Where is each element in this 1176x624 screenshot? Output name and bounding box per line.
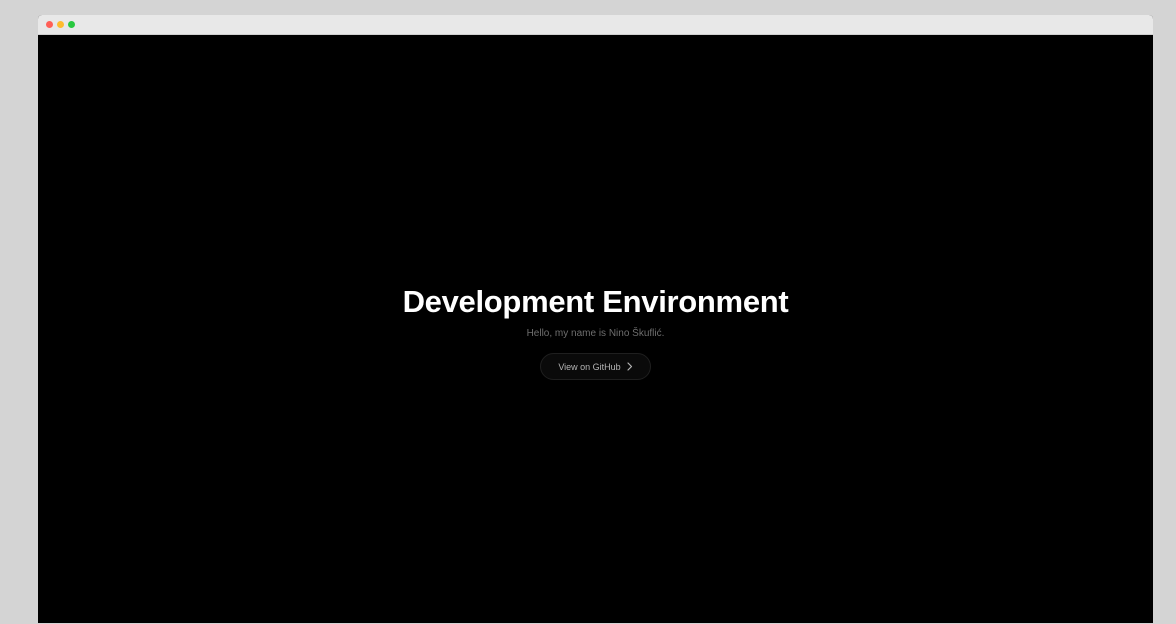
window-controls xyxy=(46,21,75,28)
hero-section: Development Environment Hello, my name i… xyxy=(38,35,1153,623)
view-on-github-label: View on GitHub xyxy=(558,361,621,372)
close-window-button[interactable] xyxy=(46,21,53,28)
page-title: Development Environment xyxy=(402,284,789,319)
maximize-window-button[interactable] xyxy=(68,21,75,28)
chevron-right-icon xyxy=(627,362,632,371)
minimize-window-button[interactable] xyxy=(57,21,64,28)
view-on-github-button[interactable]: View on GitHub xyxy=(540,353,651,380)
hero-subtitle: Hello, my name is Nino Škuflić. xyxy=(526,328,665,339)
page-viewport: Development Environment Hello, my name i… xyxy=(38,35,1153,623)
window-title-bar xyxy=(38,15,1153,35)
browser-window: Development Environment Hello, my name i… xyxy=(38,15,1153,623)
